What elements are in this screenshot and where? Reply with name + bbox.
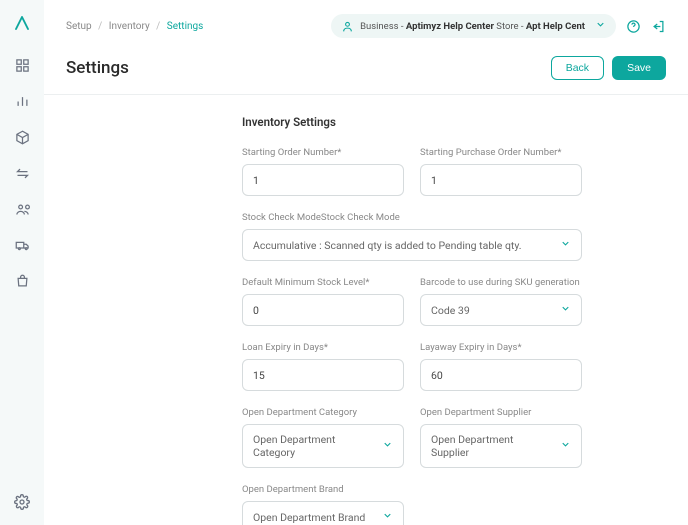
barcode-value: Code 39 bbox=[431, 304, 470, 317]
customers-icon[interactable] bbox=[13, 200, 31, 218]
breadcrumb-settings: Settings bbox=[167, 21, 204, 32]
stockcheck-select[interactable]: Accumulative : Scanned qty is added to P… bbox=[242, 229, 582, 261]
opendeptsup-label: Open Department Supplier bbox=[420, 407, 582, 418]
starting-po-input[interactable]: 1 bbox=[420, 164, 582, 196]
chevron-down-icon bbox=[560, 439, 571, 453]
breadcrumb: Setup / Inventory / Settings bbox=[66, 21, 203, 32]
chevron-down-icon bbox=[382, 439, 393, 453]
starting-order-input[interactable]: 1 bbox=[242, 164, 404, 196]
opendeptcat-select[interactable]: Open Department Category bbox=[242, 424, 404, 468]
shop-icon[interactable] bbox=[13, 272, 31, 290]
loanexpiry-input[interactable]: 15 bbox=[242, 359, 404, 391]
dashboard-icon[interactable] bbox=[13, 56, 31, 74]
opendeptcat-label: Open Department Category bbox=[242, 407, 404, 418]
chevron-down-icon bbox=[382, 510, 393, 524]
titlebar: Settings Back Save bbox=[44, 38, 688, 95]
reports-icon[interactable] bbox=[13, 92, 31, 110]
help-icon[interactable] bbox=[626, 19, 641, 34]
products-icon[interactable] bbox=[13, 128, 31, 146]
starting-po-label: Starting Purchase Order Number* bbox=[420, 147, 582, 158]
settings-icon[interactable] bbox=[13, 493, 31, 511]
barcode-label: Barcode to use during SKU generation bbox=[420, 277, 582, 288]
chevron-down-icon bbox=[560, 303, 571, 317]
loanexpiry-label: Loan Expiry in Days* bbox=[242, 342, 404, 353]
logo[interactable] bbox=[13, 14, 31, 32]
breadcrumb-inventory[interactable]: Inventory bbox=[109, 21, 150, 32]
opendeptbrand-value: Open Department Brand bbox=[253, 511, 365, 524]
starting-order-label: Starting Order Number* bbox=[242, 147, 404, 158]
save-button[interactable]: Save bbox=[612, 56, 666, 80]
layawayexpiry-label: Layaway Expiry in Days* bbox=[420, 342, 582, 353]
opendeptsup-select[interactable]: Open Department Supplier bbox=[420, 424, 582, 468]
section-title: Inventory Settings bbox=[242, 115, 582, 129]
opendeptbrand-label: Open Department Brand bbox=[242, 484, 404, 495]
chevron-down-icon bbox=[560, 238, 571, 252]
stockcheck-value: Accumulative : Scanned qty is added to P… bbox=[253, 239, 522, 252]
minstock-label: Default Minimum Stock Level* bbox=[242, 277, 404, 288]
page-title: Settings bbox=[66, 58, 129, 78]
chevron-down-icon bbox=[595, 19, 606, 33]
back-button[interactable]: Back bbox=[551, 56, 604, 80]
stockcheck-label: Stock Check ModeStock Check Mode bbox=[242, 212, 582, 223]
context-selector[interactable]: Business - Aptimyz Help Center Store - A… bbox=[331, 14, 616, 38]
logout-icon[interactable] bbox=[651, 19, 666, 34]
opendeptsup-value: Open Department Supplier bbox=[431, 433, 552, 459]
transfers-icon[interactable] bbox=[13, 164, 31, 182]
opendeptbrand-select[interactable]: Open Department Brand bbox=[242, 501, 404, 525]
minstock-input[interactable]: 0 bbox=[242, 294, 404, 326]
sidebar bbox=[0, 0, 44, 525]
breadcrumb-setup[interactable]: Setup bbox=[66, 21, 92, 32]
layawayexpiry-input[interactable]: 60 bbox=[420, 359, 582, 391]
content: Inventory Settings Starting Order Number… bbox=[44, 95, 688, 525]
opendeptcat-value: Open Department Category bbox=[253, 433, 374, 459]
barcode-select[interactable]: Code 39 bbox=[420, 294, 582, 326]
person-icon bbox=[341, 20, 354, 33]
delivery-icon[interactable] bbox=[13, 236, 31, 254]
context-text: Business - Aptimyz Help Center Store - A… bbox=[360, 21, 585, 32]
topbar: Setup / Inventory / Settings Business - … bbox=[44, 0, 688, 38]
